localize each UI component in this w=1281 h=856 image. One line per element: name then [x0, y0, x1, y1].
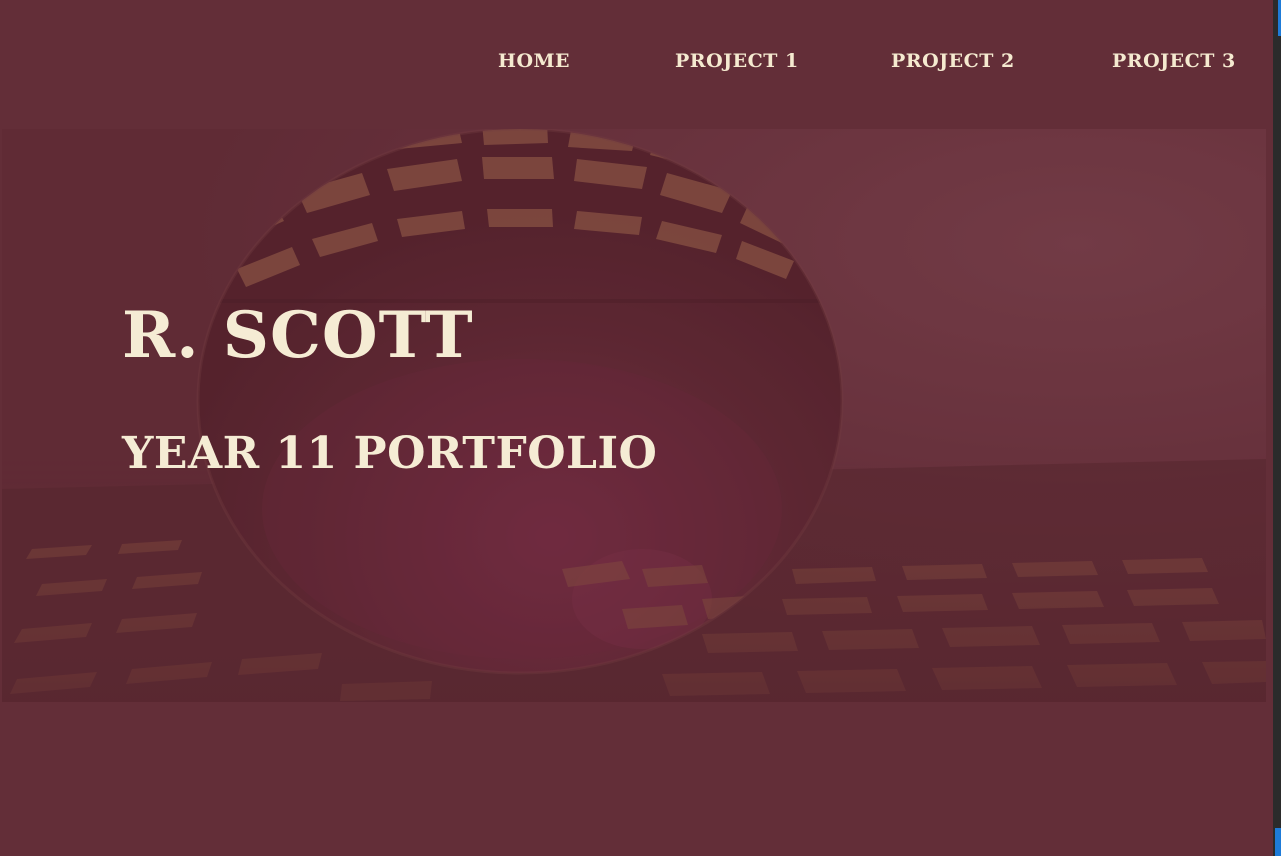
- nav-link-project-2[interactable]: PROJECT 2: [891, 50, 1015, 72]
- hero-overlay: [2, 129, 1266, 702]
- top-nav: HOME PROJECT 1 PROJECT 2 PROJECT 3: [0, 0, 1273, 128]
- scrollbar-bottom-indicator[interactable]: [1275, 828, 1281, 856]
- hero-banner: R. SCOTT YEAR 11 PORTFOLIO: [2, 129, 1266, 702]
- hero-title: R. SCOTT: [122, 298, 474, 373]
- page: HOME PROJECT 1 PROJECT 2 PROJECT 3 R. SC…: [0, 0, 1273, 856]
- nav-link-home[interactable]: HOME: [498, 50, 570, 72]
- nav-link-project-1[interactable]: PROJECT 1: [675, 50, 799, 72]
- nav-link-project-3[interactable]: PROJECT 3: [1112, 50, 1236, 72]
- scrollbar[interactable]: [1273, 0, 1281, 856]
- hero-subtitle: YEAR 11 PORTFOLIO: [122, 428, 658, 479]
